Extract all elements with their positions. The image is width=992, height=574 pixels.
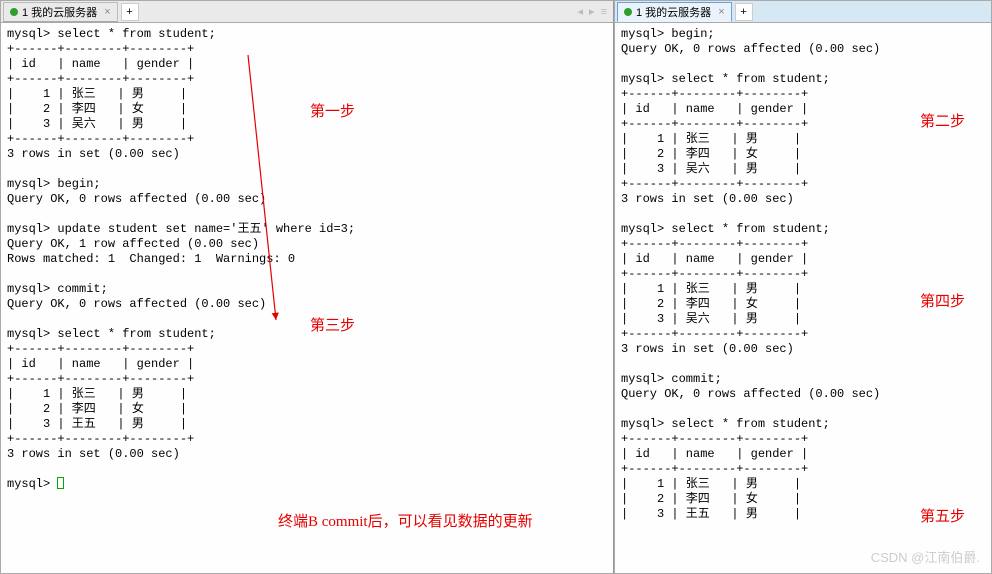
terminal-output-left[interactable]: mysql> select * from student; +------+--… [1, 23, 613, 573]
plus-icon: + [126, 6, 132, 18]
tab-right-1[interactable]: 1 我的云服务器 × [617, 2, 732, 22]
menu-icon[interactable]: ≡ [601, 6, 607, 18]
prev-icon[interactable]: ◂ [578, 5, 584, 18]
tab-title: 1 我的云服务器 [636, 4, 711, 20]
tab-bar-left: 1 我的云服务器 × + ◂ ▸ ≡ [1, 1, 613, 23]
terminal-text-left: mysql> select * from student; +------+--… [7, 27, 355, 491]
tab-title: 1 我的云服务器 [22, 4, 97, 20]
terminal-output-right[interactable]: mysql> begin; Query OK, 0 rows affected … [615, 23, 991, 573]
terminal-text-right: mysql> begin; Query OK, 0 rows affected … [621, 27, 880, 521]
next-icon[interactable]: ▸ [589, 5, 595, 18]
close-icon[interactable]: × [104, 6, 110, 18]
status-dot-icon [624, 8, 632, 16]
close-icon[interactable]: × [718, 6, 724, 18]
tab-nav-left: ◂ ▸ ≡ [578, 5, 613, 18]
plus-icon: + [740, 6, 746, 18]
tab-bar-right: 1 我的云服务器 × + [615, 1, 991, 23]
terminal-pane-right: 1 我的云服务器 × + mysql> begin; Query OK, 0 r… [614, 0, 992, 574]
status-dot-icon [10, 8, 18, 16]
add-tab-button[interactable]: + [121, 3, 139, 21]
tab-left-1[interactable]: 1 我的云服务器 × [3, 2, 118, 22]
add-tab-button[interactable]: + [735, 3, 753, 21]
cursor-icon [57, 477, 64, 489]
terminal-pane-left: 1 我的云服务器 × + ◂ ▸ ≡ mysql> select * from … [0, 0, 614, 574]
